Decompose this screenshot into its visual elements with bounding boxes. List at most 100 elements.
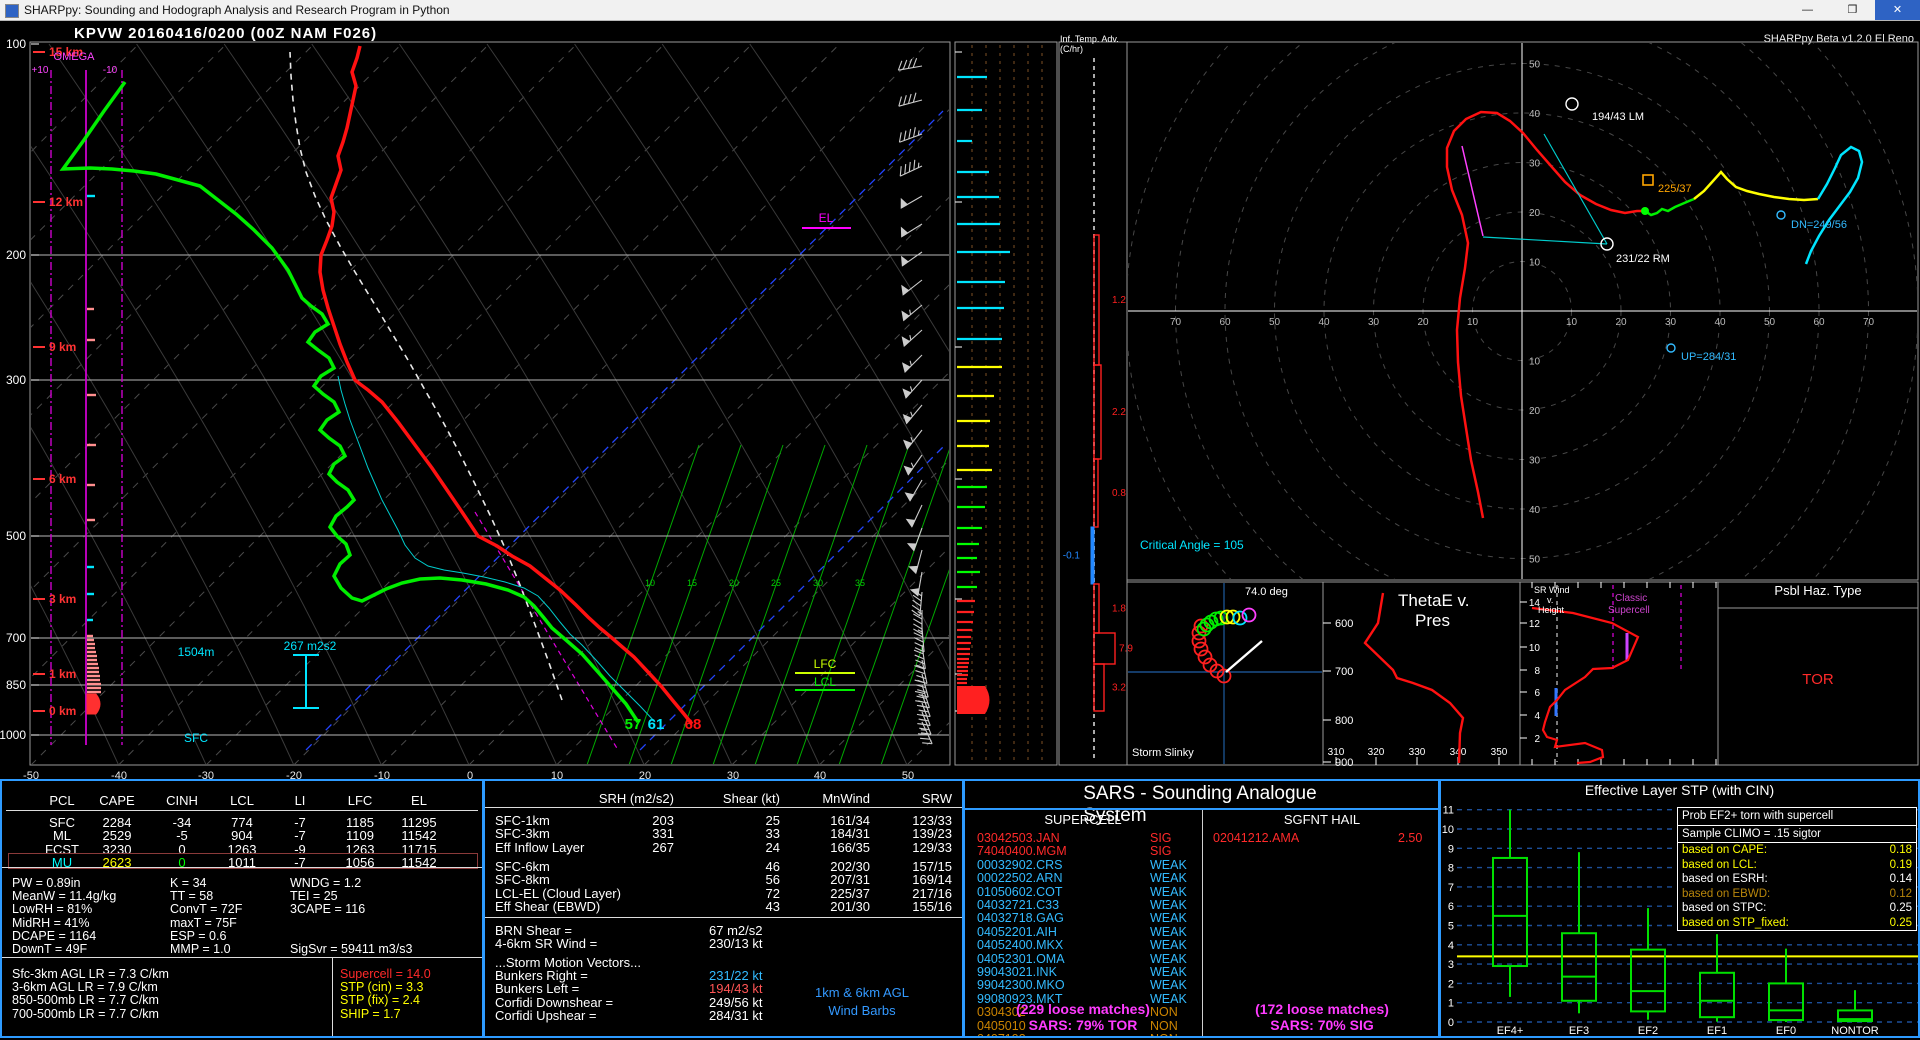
sars-match-name: 04032721.C33 bbox=[977, 898, 1059, 912]
sars-match-category: NON bbox=[1150, 1032, 1178, 1038]
hodo-axis-label: 30 bbox=[1529, 159, 1541, 170]
surface-wetbulb-value: 61 bbox=[648, 716, 665, 733]
kinematics-value: 201/30 bbox=[830, 899, 870, 914]
tadv-value: 0.8 bbox=[1112, 488, 1126, 499]
tadv-value: 1.8 bbox=[1112, 604, 1126, 615]
index-value: ESP = 0.6 bbox=[170, 929, 226, 943]
kinematics-value: 43 bbox=[766, 899, 780, 914]
dry-adiabat bbox=[0, 44, 119, 765]
sars-match-name: 04032718.GAG bbox=[977, 911, 1064, 925]
stp-box bbox=[1562, 933, 1596, 1001]
hodo-axis-label: 20 bbox=[1529, 208, 1541, 219]
stp-y-label: 1 bbox=[1448, 998, 1454, 1010]
storm-slinky-border bbox=[1127, 582, 1323, 765]
inflow-height-label: 1504m bbox=[178, 645, 215, 659]
hodo-axis-label: 40 bbox=[1318, 317, 1330, 328]
dry-adiabat bbox=[312, 44, 732, 765]
hodo-axis-label: 20 bbox=[1615, 317, 1627, 328]
height-label: 6 km bbox=[49, 472, 76, 486]
hodo-axis-label: 10 bbox=[1529, 258, 1541, 269]
stp-boxplot-panel: Effective Layer STP (with CIN) 012345678… bbox=[1439, 779, 1920, 1038]
stp-legend-row: based on CAPE:0.18 bbox=[1678, 843, 1916, 858]
dry-adiabat bbox=[399, 44, 819, 765]
stp-legend-rows: based on CAPE:0.18based on LCL:0.19based… bbox=[1678, 843, 1916, 930]
index-value: MMP = 1.0 bbox=[170, 942, 231, 956]
surface-dewpoint-value: 57 bbox=[625, 716, 642, 733]
sars-supercell-prob: SARS: 79% TOR bbox=[1029, 1017, 1138, 1033]
omega-title: OMEGA bbox=[54, 51, 96, 63]
kinematics-row-label: Eff Shear (EBWD) bbox=[495, 899, 600, 914]
stp-legend: Prob EF2+ torn with supercell Sample CLI… bbox=[1677, 807, 1917, 931]
stp-y-label: 7 bbox=[1448, 882, 1454, 894]
thetae-title-2: Pres bbox=[1415, 611, 1450, 631]
wind-barb bbox=[909, 550, 922, 573]
surface-temp-value: 68 bbox=[685, 716, 702, 733]
height-label: 9 km bbox=[49, 340, 76, 354]
slinky-circle bbox=[1195, 643, 1208, 656]
kinematics-extra-label: Corfidi Upshear = bbox=[495, 1008, 597, 1023]
stp-box bbox=[1493, 858, 1527, 966]
sars-match-name: 00022502.ARN bbox=[977, 871, 1062, 885]
hodo-axis-label: 60 bbox=[1813, 317, 1825, 328]
wind-barb bbox=[908, 528, 922, 551]
hodo-axis-label: 40 bbox=[1529, 505, 1541, 516]
sars-match-size: 2.50 bbox=[1398, 831, 1422, 845]
sars-match-category: WEAK bbox=[1150, 965, 1187, 979]
maximize-button[interactable]: ❐ bbox=[1830, 0, 1875, 20]
sars-match-name: 02041212.AMA bbox=[1213, 831, 1299, 845]
index-value: SigSvr = 59411 m3/s3 bbox=[290, 942, 412, 956]
isotherm-line bbox=[1082, 44, 1803, 765]
mixing-label: 20 bbox=[729, 578, 739, 588]
isotherm-line bbox=[995, 44, 1716, 765]
stp-legend-row: based on EBWD:0.12 bbox=[1678, 887, 1916, 902]
sars-match-category: SIG bbox=[1150, 831, 1172, 845]
kinematics-col-header: Shear (kt) bbox=[723, 791, 780, 806]
highlight-isotherm bbox=[306, 111, 943, 750]
stp-category-label: EF1 bbox=[1707, 1025, 1727, 1036]
close-button[interactable]: ✕ bbox=[1875, 0, 1920, 20]
stp-legend-row: based on STPC:0.25 bbox=[1678, 901, 1916, 916]
sars-match-category: WEAK bbox=[1150, 871, 1187, 885]
hodo-axis-label: 30 bbox=[1665, 317, 1677, 328]
stp-y-label: 3 bbox=[1448, 959, 1454, 971]
minimize-button[interactable]: — bbox=[1785, 0, 1830, 20]
barb-caption-1: 1km & 6km AGL bbox=[815, 985, 909, 1000]
app-icon bbox=[5, 4, 19, 18]
wind-barb bbox=[904, 405, 922, 423]
hodo-axis-label: 20 bbox=[1529, 406, 1541, 417]
sars-match-category: WEAK bbox=[1150, 992, 1187, 1006]
hodo-axis-label: 50 bbox=[1269, 317, 1281, 328]
stp-y-label: 2 bbox=[1448, 978, 1454, 990]
thetae-x-label: 330 bbox=[1409, 747, 1426, 758]
kinematics-row-label: Eff Inflow Layer bbox=[495, 840, 584, 855]
index-value: DownT = 49F bbox=[12, 942, 87, 956]
index-value: 3CAPE = 116 bbox=[290, 902, 365, 916]
stp-category-label: EF2 bbox=[1638, 1025, 1658, 1036]
wind-barb bbox=[900, 160, 922, 176]
hodo-axis-label: 50 bbox=[1529, 60, 1541, 71]
header-divider bbox=[485, 807, 964, 808]
hodo-axis-label: 10 bbox=[1566, 317, 1578, 328]
sars-match-category: WEAK bbox=[1150, 938, 1187, 952]
hodo-axis-label: 10 bbox=[1467, 317, 1479, 328]
mixing-ratio-line bbox=[587, 445, 699, 765]
omega-plus-label: +10 bbox=[32, 65, 49, 76]
tadv-bar-negative bbox=[1091, 527, 1094, 584]
kinematics-value: 267 bbox=[652, 840, 674, 855]
pressure-label: 300 bbox=[6, 373, 26, 387]
dry-adiabat bbox=[0, 44, 206, 765]
kinematics-col-header: MnWind bbox=[822, 791, 870, 806]
srwind-y-label: 8 bbox=[1534, 666, 1540, 677]
tadv-value: -0.1 bbox=[1063, 551, 1081, 562]
isotherm-line bbox=[0, 44, 314, 765]
lfc-label: LFC bbox=[814, 657, 837, 671]
srwind-title-1: SR Wind bbox=[1534, 585, 1570, 595]
wind-barb bbox=[903, 380, 922, 398]
hodo-axis-label: 40 bbox=[1529, 109, 1541, 120]
stp-y-label: 9 bbox=[1448, 843, 1454, 855]
hodo-marker bbox=[1643, 175, 1653, 185]
kinematics-value: 166/35 bbox=[830, 840, 870, 855]
hodo-axis-label: 30 bbox=[1368, 317, 1380, 328]
sars-match-name: 04052400.MKX bbox=[977, 938, 1063, 952]
tadv-bar-positive bbox=[1094, 633, 1115, 664]
